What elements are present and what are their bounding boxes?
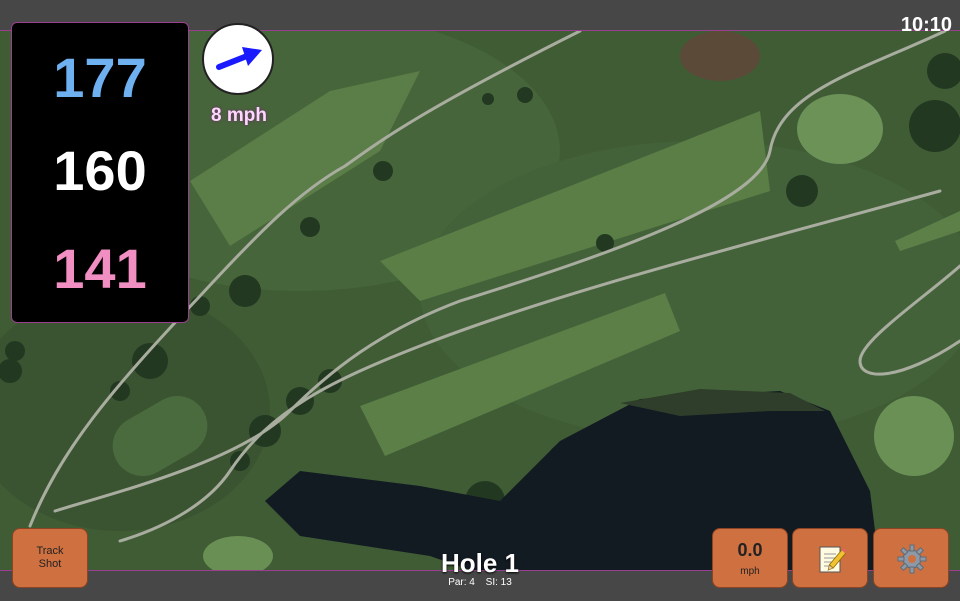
track-shot-button[interactable]: Track Shot bbox=[12, 528, 88, 588]
arrow-icon bbox=[216, 47, 262, 70]
distance-panel: 177 160 141 bbox=[11, 22, 189, 323]
front-distance: 141 bbox=[53, 237, 147, 300]
hole-title: Hole 1 bbox=[440, 548, 520, 578]
back-distance: 177 bbox=[53, 46, 147, 109]
middle-distance: 160 bbox=[53, 139, 147, 202]
hole-info: Par: 4 SI: 13 bbox=[380, 577, 580, 588]
wind-indicator bbox=[202, 23, 274, 95]
green-2 bbox=[874, 396, 954, 476]
speed-button[interactable]: 0.0 mph bbox=[712, 528, 788, 588]
track-shot-label-1: Track bbox=[36, 545, 64, 557]
wind-speed: 8 mph bbox=[211, 105, 267, 126]
hole-stroke-index: SI: 13 bbox=[485, 577, 512, 588]
notepad-icon bbox=[816, 544, 848, 574]
speed-unit: mph bbox=[740, 566, 760, 577]
green bbox=[797, 94, 883, 164]
notes-button[interactable] bbox=[792, 528, 868, 588]
gear-icon bbox=[897, 544, 927, 574]
speed-value: 0.0 bbox=[737, 540, 763, 560]
hole-par: Par: 4 bbox=[448, 577, 475, 588]
settings-button[interactable] bbox=[873, 528, 949, 588]
track-shot-label-2: Shot bbox=[38, 558, 62, 570]
